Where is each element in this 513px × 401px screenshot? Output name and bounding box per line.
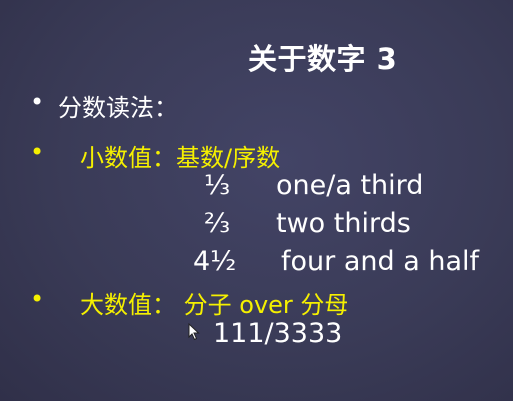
bullet-text: 分数读法： xyxy=(58,94,178,122)
example-fraction: 4½ xyxy=(193,246,237,277)
bullet-text: 大数值： 分子 over 分母 xyxy=(80,291,349,319)
slide: 关于数字 3 • 分数读法： • 小数值：基数/序数 ⅓ one/a third… xyxy=(0,0,513,401)
example-reading: one/a third xyxy=(276,170,424,201)
example-fraction: ⅓ xyxy=(204,170,231,201)
example-reading: four and a half xyxy=(281,246,479,277)
large-example: 111/3333 xyxy=(213,318,343,349)
slide-title: 关于数字 3 xyxy=(248,42,398,76)
example-reading: two thirds xyxy=(276,208,411,239)
bullet-text: 小数值：基数/序数 xyxy=(80,144,281,172)
bullet-marker: • xyxy=(30,285,45,313)
mouse-cursor-icon xyxy=(188,323,200,341)
bullet-marker: • xyxy=(30,88,45,116)
bullet-marker: • xyxy=(30,138,45,166)
example-fraction: ⅔ xyxy=(204,208,231,239)
